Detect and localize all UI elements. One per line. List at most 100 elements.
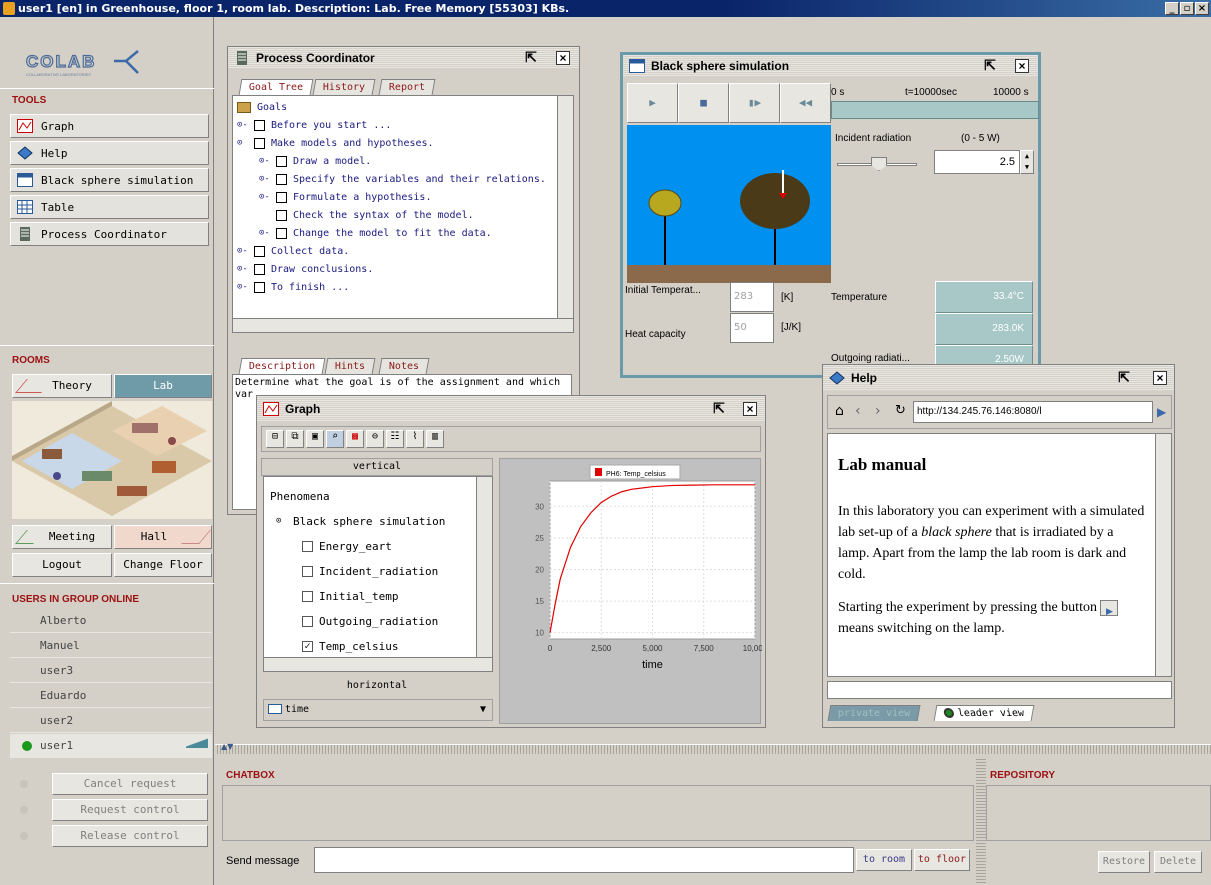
slider-thumb[interactable] — [871, 157, 887, 171]
user-alberto[interactable]: Alberto — [10, 609, 212, 633]
vertical-scrollbar[interactable] — [557, 96, 573, 318]
user-eduardo[interactable]: Eduardo — [10, 684, 212, 708]
user-user3[interactable]: user3 — [10, 659, 212, 683]
tool-table[interactable]: Table — [10, 195, 209, 219]
goal-item[interactable]: Check the syntax of the model. — [276, 206, 474, 224]
collapse-arrows-icon[interactable]: ▲▼ — [221, 742, 233, 751]
goal-item[interactable]: ⊙- Before you start ... — [237, 116, 391, 134]
save-icon[interactable]: ▣ — [306, 430, 324, 448]
close-icon[interactable]: × — [743, 402, 757, 416]
rewind-button[interactable]: ◀◀ — [780, 83, 831, 123]
goal-item[interactable]: ⊙- Formulate a hypothesis. — [259, 188, 431, 206]
incident-spinner[interactable]: ▲ ▼ — [1020, 150, 1034, 174]
tree-horizontal-scrollbar[interactable] — [264, 657, 492, 671]
variable-item[interactable]: Initial_temp — [302, 587, 398, 605]
close-icon[interactable]: × — [1153, 371, 1167, 385]
close-icon[interactable]: × — [556, 51, 570, 65]
undock-icon[interactable]: ⇱ — [1117, 370, 1131, 385]
tree-vertical-scrollbar[interactable] — [476, 477, 492, 657]
tab-report[interactable]: Report — [378, 79, 436, 95]
cancel-request-button[interactable]: Cancel request — [52, 773, 208, 795]
refresh-icon[interactable]: ↻ — [895, 403, 906, 418]
goal-item[interactable]: ⊙- Draw conclusions. — [237, 260, 373, 278]
undock-icon[interactable]: ⇱ — [524, 50, 538, 65]
tab-notes[interactable]: Notes — [378, 358, 430, 374]
close-icon[interactable]: × — [1015, 59, 1029, 73]
to-room-button[interactable]: to room — [856, 849, 912, 871]
goal-item[interactable]: ⊙- Collect data. — [237, 242, 349, 260]
back-icon[interactable]: ‹ — [855, 403, 861, 419]
simulation-node[interactable]: ⊙ Black sphere simulation — [276, 512, 445, 530]
goal-item[interactable]: ⊙- To finish ... — [237, 278, 349, 296]
delete-button[interactable]: Delete — [1154, 851, 1202, 873]
legend-label: PH6: Temp_celsius — [606, 471, 666, 478]
tool-black-sphere-simulation[interactable]: Black sphere simulation — [10, 168, 209, 192]
logout-button[interactable]: Logout — [12, 553, 112, 577]
tool-graph[interactable]: Graph — [10, 114, 209, 138]
goal-item[interactable]: ⊙- Draw a model. — [259, 152, 371, 170]
user-user2[interactable]: user2 — [10, 709, 212, 733]
initial-temp-input[interactable]: 283 — [730, 282, 774, 312]
tab-description[interactable]: Description — [238, 358, 326, 374]
tab-hints[interactable]: Hints — [324, 358, 376, 374]
sim-title-bar[interactable]: Black sphere simulation ⇱ × — [623, 55, 1038, 77]
zoom-icon[interactable]: ⌕ — [326, 430, 344, 448]
maximize-button[interactable]: ▫ — [1180, 2, 1194, 15]
tab-history[interactable]: History — [312, 79, 376, 95]
change-floor-button[interactable]: Change Floor — [114, 553, 212, 577]
open-icon[interactable]: ⊟ — [266, 430, 284, 448]
forward-icon[interactable]: › — [875, 403, 881, 419]
heat-capacity-input[interactable]: 50 — [730, 313, 774, 343]
goal-root[interactable]: Goals — [237, 98, 287, 116]
tool-help[interactable]: Help — [10, 141, 209, 165]
goal-item[interactable]: ⊙- Specify the variables and their relati… — [259, 170, 546, 188]
variable-item[interactable]: Outgoing_radiation — [302, 612, 438, 630]
tab-leader-view[interactable]: leader view — [933, 705, 1035, 721]
room-lab-button[interactable]: Lab — [114, 374, 212, 398]
home-icon[interactable]: ⌂ — [835, 403, 844, 419]
pc-title-bar[interactable]: Process Coordinator ⇱ × — [228, 47, 579, 69]
undock-icon[interactable]: ⇱ — [712, 401, 726, 416]
x-variable-select[interactable]: time ▼ — [263, 699, 493, 721]
url-input[interactable]: http://134.245.76.146:8080/l — [913, 401, 1153, 423]
incident-slider[interactable] — [837, 157, 919, 173]
goal-item[interactable]: ⊙ Make models and hypotheses. — [237, 134, 434, 152]
play-button[interactable]: ▶ — [627, 83, 678, 123]
variable-item[interactable]: Energy_eart — [302, 537, 392, 555]
release-control-button[interactable]: Release control — [52, 825, 208, 847]
undock-icon[interactable]: ⇱ — [983, 58, 997, 73]
help-scrollbar[interactable] — [1155, 434, 1171, 676]
table-view-icon[interactable]: ▥ — [426, 430, 444, 448]
minimize-button[interactable]: _ — [1165, 2, 1179, 15]
goal-item[interactable]: ⊙- Change the model to fit the data. — [259, 224, 492, 242]
horizontal-scrollbar[interactable] — [233, 318, 573, 332]
go-icon[interactable]: ▶ — [1157, 405, 1166, 419]
room-meeting-button[interactable]: Meeting — [12, 525, 112, 549]
to-floor-button[interactable]: to floor — [914, 849, 970, 871]
legend-icon[interactable]: ☷ — [386, 430, 404, 448]
room-theory-button[interactable]: Theory — [12, 374, 112, 398]
split-divider[interactable]: ▲▼ — [215, 742, 1211, 754]
copy-icon[interactable]: ⧉ — [286, 430, 304, 448]
line-chart-icon[interactable]: ⌇ — [406, 430, 424, 448]
step-button[interactable]: ▮▶ — [729, 83, 780, 123]
tab-private-view[interactable]: private view — [827, 705, 921, 721]
room-hall-button[interactable]: Hall — [114, 525, 212, 549]
help-title-bar[interactable]: Help ⇱ × — [823, 365, 1174, 391]
stop-button[interactable]: ■ — [678, 83, 729, 123]
restore-button[interactable]: Restore — [1098, 851, 1150, 873]
request-control-button[interactable]: Request control — [52, 799, 208, 821]
close-button[interactable]: × — [1195, 2, 1209, 15]
incident-value-input[interactable]: 2.5 — [934, 150, 1020, 174]
tool-process-coordinator[interactable]: Process Coordinator — [10, 222, 209, 246]
zoom-out-icon[interactable]: ⊖ — [366, 430, 384, 448]
variable-item[interactable]: ✓ Temp_celsius — [302, 637, 398, 655]
variable-item[interactable]: Incident_radiation — [302, 562, 438, 580]
tab-goal-tree[interactable]: Goal Tree — [238, 79, 314, 95]
zoom-box-icon[interactable]: ▩ — [346, 430, 364, 448]
user-user1[interactable]: user1 — [10, 734, 212, 758]
graph-title-bar[interactable]: Graph ⇱ × — [257, 396, 765, 422]
message-input[interactable] — [314, 847, 854, 873]
split-handle[interactable] — [976, 758, 986, 885]
user-manuel[interactable]: Manuel — [10, 634, 212, 658]
